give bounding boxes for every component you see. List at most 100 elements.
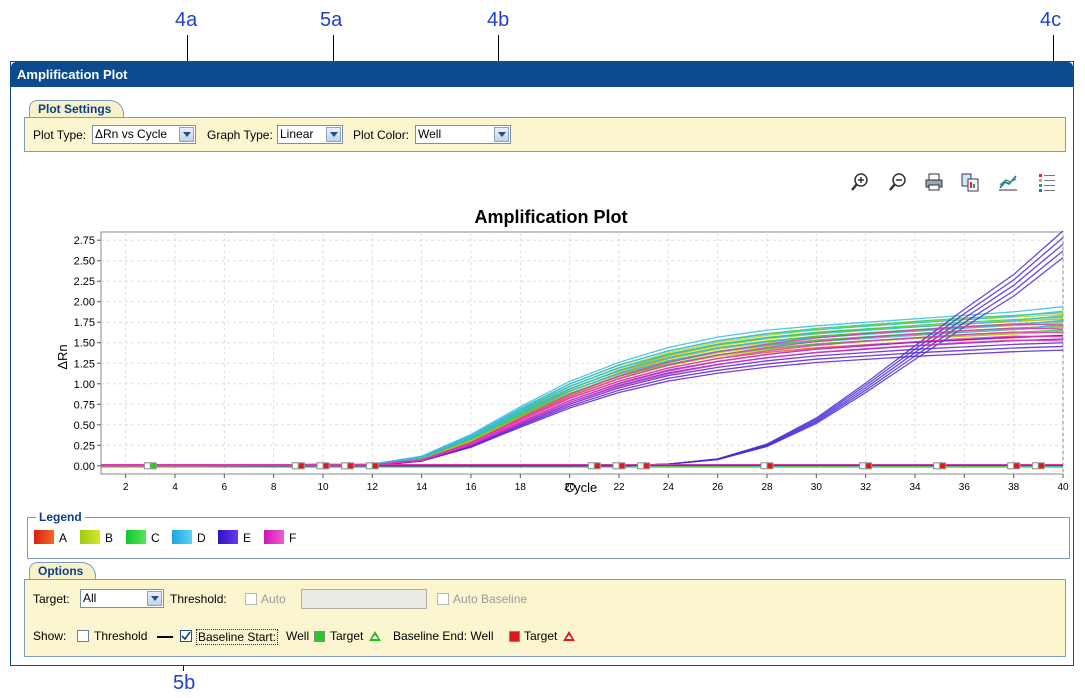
show-baseline-checkbox[interactable] xyxy=(180,630,192,642)
baseline-marker-start xyxy=(149,462,157,470)
baseline-start-label: Baseline Start: xyxy=(196,629,279,645)
callout-5b: 5b xyxy=(173,672,196,694)
amplification-plot-panel: Amplification Plot Plot Settings Plot Ty… xyxy=(10,61,1074,666)
plot-type-value: ΔRn vs Cycle xyxy=(95,127,168,141)
x-tick-label: 14 xyxy=(416,482,428,493)
show-threshold-checkbox[interactable] xyxy=(77,630,89,642)
checkmark-icon xyxy=(181,631,191,641)
legend-swatch xyxy=(264,530,284,544)
chevron-down-icon xyxy=(326,127,341,142)
legend-swatch xyxy=(172,530,192,544)
tab-options[interactable]: Options xyxy=(29,562,97,580)
legend-icon[interactable] xyxy=(1036,171,1058,193)
x-tick-label: 10 xyxy=(317,482,329,493)
baseline-start-target-marker-icon xyxy=(369,631,381,641)
callout-4a: 4a xyxy=(175,9,198,31)
baseline-marker-end xyxy=(766,462,774,470)
zoom-in-icon[interactable] xyxy=(849,171,871,193)
baseline-marker-end xyxy=(643,462,651,470)
baseline-marker-end xyxy=(371,462,379,470)
baseline-marker-end xyxy=(347,462,355,470)
y-tick-label: 1.00 xyxy=(74,379,95,391)
legend-swatch xyxy=(80,530,100,544)
plot-type-select[interactable]: ΔRn vs Cycle xyxy=(92,125,196,144)
plot-color-select[interactable]: Well xyxy=(415,125,511,144)
baseline-marker-well xyxy=(143,462,151,470)
y-tick-label: 0.00 xyxy=(74,461,95,473)
legend-swatch xyxy=(34,530,54,544)
auto-baseline-checkbox[interactable] xyxy=(437,593,449,605)
callout-4b: 4b xyxy=(487,9,510,31)
tab-plot-settings[interactable]: Plot Settings xyxy=(29,100,125,118)
baseline-marker-well xyxy=(760,462,768,470)
legend-swatch xyxy=(218,530,238,544)
baseline-marker-end xyxy=(1013,462,1021,470)
show-label: Show: xyxy=(33,629,67,643)
x-tick-label: 38 xyxy=(1008,482,1020,493)
x-tick-label: 34 xyxy=(909,482,921,493)
graph-type-label: Graph Type: xyxy=(207,128,273,142)
x-tick-label: 32 xyxy=(860,482,872,493)
y-tick-label: 1.50 xyxy=(74,338,95,350)
baseline-marker-well xyxy=(291,462,299,470)
chevron-down-icon xyxy=(494,127,509,142)
baseline-marker-well xyxy=(341,462,349,470)
y-tick-label: 2.75 xyxy=(74,235,95,247)
x-tick-label: 28 xyxy=(761,482,773,493)
y-tick-label: 0.50 xyxy=(74,420,95,432)
show-threshold-label: Threshold xyxy=(94,629,148,643)
save-plot-icon[interactable] xyxy=(997,171,1019,193)
threshold-input[interactable] xyxy=(301,589,427,609)
baseline-end-well-marker-icon xyxy=(509,631,520,642)
legend-label: F xyxy=(289,531,297,545)
auto-threshold-label: Auto xyxy=(261,592,286,606)
legend-label: B xyxy=(105,531,114,545)
y-tick-label: 0.75 xyxy=(74,399,95,411)
y-tick-label: 0.25 xyxy=(74,440,95,452)
y-axis-label: ΔRn xyxy=(55,344,70,369)
callout-5a: 5a xyxy=(320,9,343,31)
baseline-marker-well xyxy=(612,462,620,470)
legend-label: A xyxy=(59,531,68,545)
x-tick-label: 8 xyxy=(271,482,277,493)
x-tick-label: 30 xyxy=(811,482,823,493)
baseline-start-well-marker-icon xyxy=(314,631,325,642)
baseline-marker-well xyxy=(637,462,645,470)
print-icon[interactable] xyxy=(923,171,945,193)
callout-4c: 4c xyxy=(1040,9,1062,31)
amplification-chart[interactable]: Amplification Plot 2 4 6 8 10 12 14 16 18 20 22 24 2… xyxy=(11,197,1073,507)
x-tick-label: 4 xyxy=(172,482,178,493)
legend-label: C xyxy=(151,531,160,545)
baseline-marker-end xyxy=(297,462,305,470)
graph-type-select[interactable]: Linear xyxy=(277,125,343,144)
zoom-out-icon[interactable] xyxy=(887,171,909,193)
x-tick-label: 2 xyxy=(123,482,129,493)
auto-baseline-label: Auto Baseline xyxy=(453,592,528,606)
x-tick-label: 40 xyxy=(1057,482,1069,493)
graph-type-value: Linear xyxy=(280,127,314,141)
baseline-end-label: Baseline End: Well xyxy=(393,629,494,643)
x-tick-label: 26 xyxy=(712,482,724,493)
baseline-marker-end xyxy=(1037,462,1045,470)
target-select[interactable]: All xyxy=(80,589,164,608)
baseline-end-target-label: Target xyxy=(524,629,558,643)
baseline-marker-well xyxy=(859,462,867,470)
y-tick-label: 2.25 xyxy=(74,276,95,288)
plot-type-label: Plot Type: xyxy=(33,128,87,142)
auto-threshold-checkbox[interactable] xyxy=(245,593,257,605)
chart-title: Amplification Plot xyxy=(475,207,628,227)
options-box: Target: All Threshold: Auto Auto Baselin… xyxy=(24,579,1066,657)
copy-to-clipboard-icon[interactable] xyxy=(959,171,981,193)
plot-color-label: Plot Color: xyxy=(353,128,410,142)
x-tick-label: 12 xyxy=(367,482,379,493)
plot-settings-box: Plot Type: ΔRn vs Cycle Graph Type: Line… xyxy=(24,117,1066,152)
x-tick-label: 36 xyxy=(959,482,971,493)
y-tick-label: 1.25 xyxy=(74,358,95,370)
legend-title: Legend xyxy=(36,510,85,524)
x-tick-label: 18 xyxy=(515,482,527,493)
panel-title: Amplification Plot xyxy=(11,62,1073,87)
baseline-marker-end xyxy=(322,462,330,470)
baseline-marker-end xyxy=(593,462,601,470)
x-tick-label: 6 xyxy=(222,482,228,493)
threshold-label: Threshold: xyxy=(170,592,227,606)
